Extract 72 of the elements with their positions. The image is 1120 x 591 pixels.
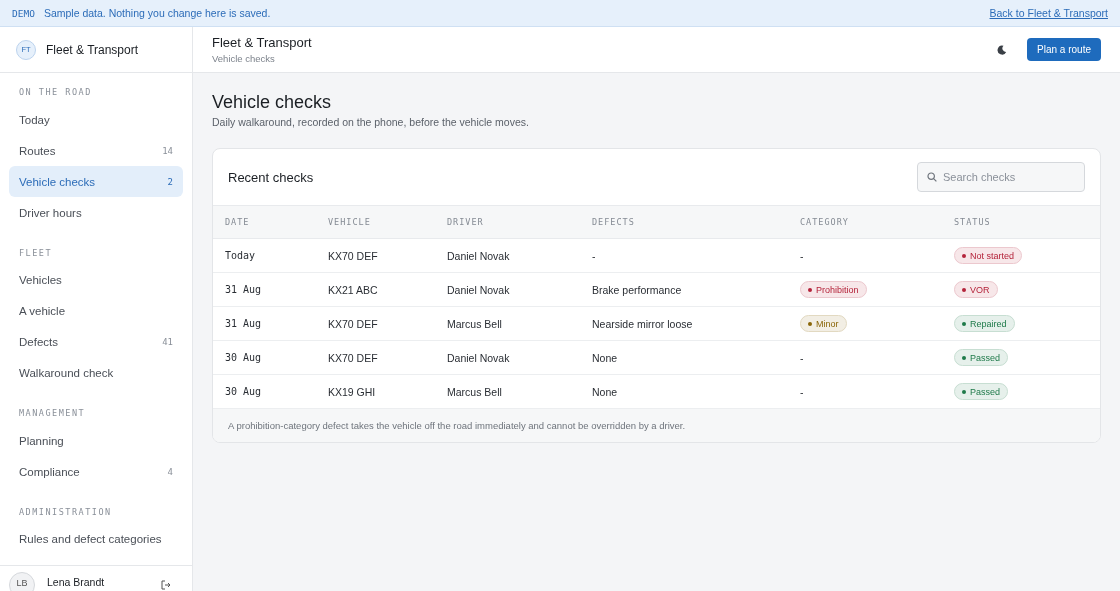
status-badge: Not started [954,247,1023,265]
sidebar-item[interactable]: Routes 14 [9,135,183,166]
table-cell-text: KX70 DEF [328,351,379,364]
count-label: 14 [162,145,173,156]
moon-icon[interactable] [997,44,1008,55]
column-header: DEFECTS [592,217,636,227]
logout-icon[interactable] [161,580,171,590]
breadcrumb: Vehicle checks [212,53,276,64]
sidebar-item[interactable]: Driver hours [9,197,183,228]
brand-name: Fleet & Transport [46,42,139,57]
table-cell-text: 30 Aug [225,386,263,397]
column-header: DRIVER [447,217,485,227]
table-cell-text: Marcus Bell [447,317,503,330]
section-label: ADMINISTRATION [18,505,113,519]
table-cell-text: KX70 DEF [328,317,379,330]
table-cell-text: - [800,385,805,398]
table-footnote: A prohibition-category defect takes the vehicle off the road immediately and cannot be overridden by a driver. [213,409,1100,442]
column-header: VEHICLE [328,217,372,227]
page-title: Vehicle checks [212,92,333,113]
status-badge: Prohibition [800,281,867,299]
plan-route-button[interactable]: Plan a route [1027,38,1101,61]
status-badge: Passed [954,349,1009,367]
page-subtitle: Daily walkaround, recorded on the phone, before the vehicle moves. [212,116,530,128]
search-icon [927,172,937,182]
status-badge: Minor [800,315,847,333]
sidebar-item[interactable]: Defects 41 [9,326,183,358]
table-cell-text: 30 Aug [225,352,263,363]
banner-message: Sample data. Nothing you change here is saved. [43,7,271,19]
table-cell-text: KX21 ABC [328,283,379,296]
count-label: 41 [162,337,173,347]
column-header: DATE [225,217,251,227]
table-cell-text: KX19 GHI [328,385,377,398]
demo-tag: DEMO [12,7,35,19]
card-title: Recent checks [228,169,314,185]
column-header: CATEGORY [800,217,850,227]
sidebar-item[interactable]: Rules and defect categories [9,523,183,555]
table-cell-text: Nearside mirror loose [592,317,694,330]
table-cell-text: None [592,351,619,364]
user-name: Lena Brandt [47,576,105,588]
table-cell-text: Today [225,250,257,261]
status-badge: Passed [954,383,1009,401]
status-badge: VOR [954,281,998,299]
search-field[interactable]: Search checks [917,162,1085,192]
count-label: 4 [167,466,173,477]
sidebar-item[interactable]: Vehicles [9,264,183,296]
user-avatar: LB [9,572,35,591]
count-label: 2 [167,176,173,187]
table-cell-text: Daniel Novak [447,351,511,364]
sidebar-item[interactable]: Vehicle checks 2 [9,166,183,197]
table-cell-text: Marcus Bell [447,385,503,398]
table-cell-text: - [800,249,805,262]
sidebar-item[interactable]: Compliance 4 [9,456,183,487]
sidebar-item[interactable]: Walkaround check [9,357,183,389]
column-header: STATUS [954,217,992,227]
table-cell-text: Daniel Novak [447,249,511,262]
section-label: ON THE ROAD [18,86,93,99]
table-cell-text: Daniel Novak [447,283,511,296]
sidebar-item[interactable]: Today [9,104,183,135]
sidebar-item[interactable]: A vehicle [9,295,183,327]
table-cell-text: 31 Aug [225,318,263,329]
section-label: FLEET [18,246,54,260]
table-cell-text: KX70 DEF [328,249,379,262]
section-label: MANAGEMENT [18,407,87,420]
status-badge: Repaired [954,315,1015,333]
app-title: Fleet & Transport [212,35,312,50]
table-cell-text: Brake performance [592,283,683,296]
table-cell-text: - [800,351,805,364]
table-cell-text: None [592,385,619,398]
sidebar-item[interactable]: Planning [9,425,183,456]
back-link[interactable]: Back to Fleet & Transport [989,7,1108,19]
table-cell-text: - [592,249,597,262]
table-cell-text: 31 Aug [225,284,263,295]
